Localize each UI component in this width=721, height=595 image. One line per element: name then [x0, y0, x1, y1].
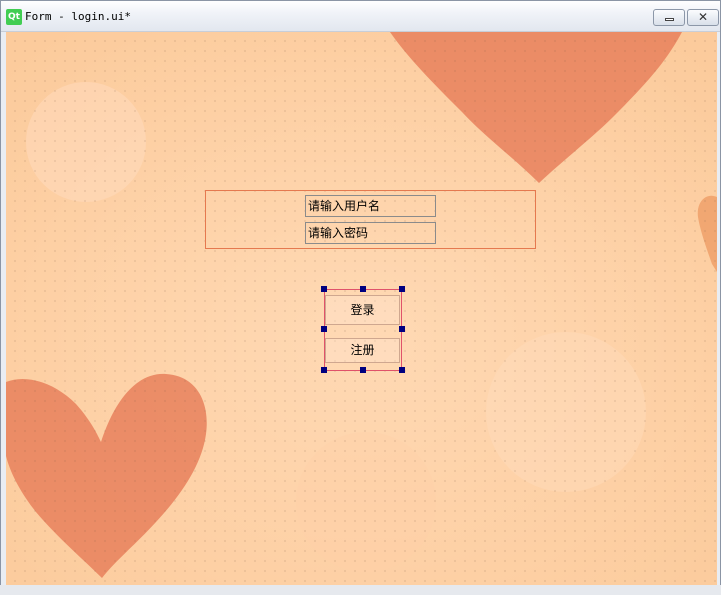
window-title: Form - login.ui* — [25, 10, 131, 23]
resize-handle-top-left[interactable] — [321, 286, 327, 292]
resize-handle-top[interactable] — [360, 286, 366, 292]
window-bottom-edge — [0, 585, 721, 595]
designer-form-window: Qt Form - login.ui* ✕ 请输入用户名 请输入密码 登录 注册 — [0, 0, 721, 595]
close-button[interactable]: ✕ — [687, 9, 719, 26]
minimize-icon — [665, 18, 674, 21]
password-input[interactable] — [305, 222, 436, 244]
resize-handle-bottom-left[interactable] — [321, 367, 327, 373]
minimize-button[interactable] — [653, 9, 685, 26]
resize-handle-bottom[interactable] — [360, 367, 366, 373]
resize-handle-bottom-right[interactable] — [399, 367, 405, 373]
resize-handle-top-right[interactable] — [399, 286, 405, 292]
resize-handle-right[interactable] — [399, 326, 405, 332]
close-icon: ✕ — [697, 10, 709, 24]
username-input[interactable] — [305, 195, 436, 217]
title-bar[interactable]: Qt Form - login.ui* ✕ — [1, 1, 720, 32]
qt-logo-icon: Qt — [6, 9, 22, 25]
login-button[interactable]: 登录 — [325, 295, 400, 325]
form-canvas[interactable]: 登录 注册 — [6, 32, 717, 586]
resize-handle-left[interactable] — [321, 326, 327, 332]
register-button[interactable]: 注册 — [325, 338, 400, 363]
